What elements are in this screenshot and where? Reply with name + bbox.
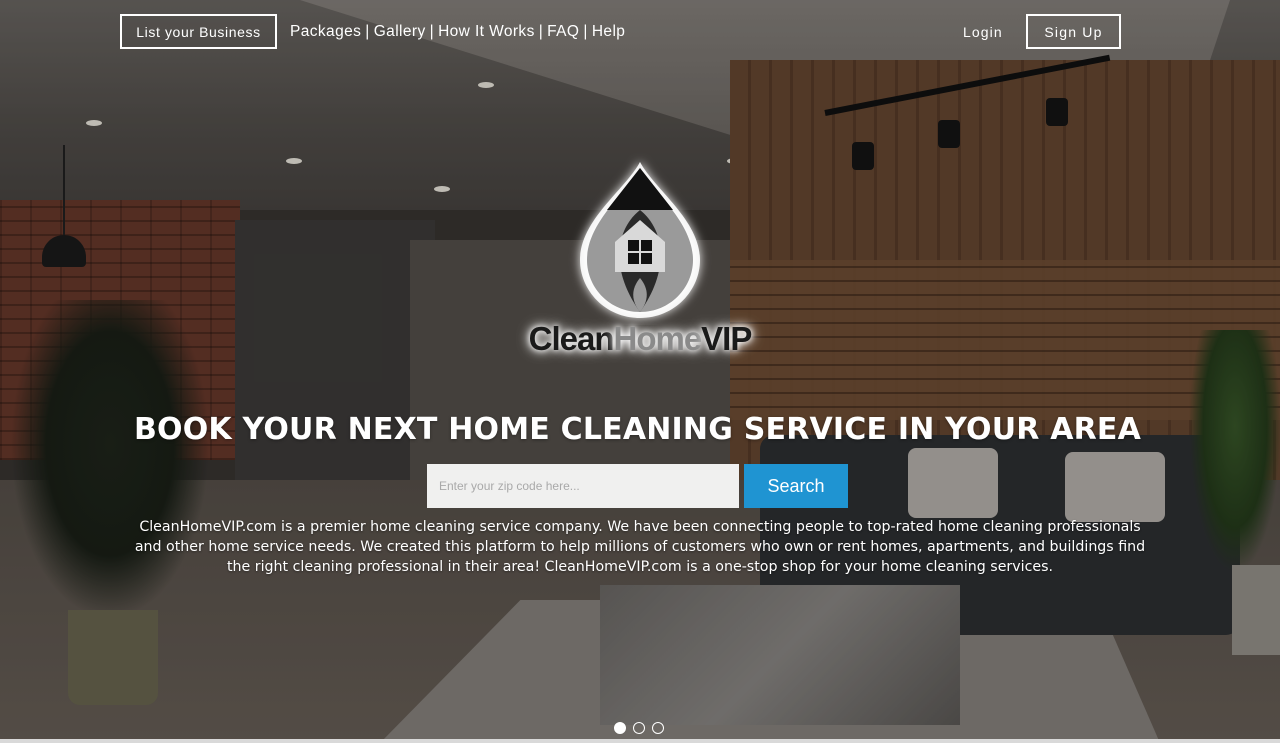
nav-separator: | — [538, 23, 544, 40]
nav-help-link[interactable]: Help — [592, 23, 625, 41]
house-drop-icon — [580, 162, 700, 318]
list-your-business-button[interactable]: List your Business — [120, 14, 277, 49]
logo-word-vip: VIP — [701, 320, 752, 357]
carousel-dot-1[interactable] — [614, 722, 626, 734]
site-logo[interactable]: CleanHomeVIP — [505, 150, 775, 375]
hero-description: CleanHomeVIP.com is a premier home clean… — [134, 519, 1146, 575]
sign-up-button[interactable]: Sign Up — [1026, 14, 1121, 49]
hero-headline: BOOK YOUR NEXT HOME CLEANING SERVICE IN … — [133, 412, 1142, 447]
carousel-dot-3[interactable] — [652, 722, 664, 734]
logo-word-clean: Clean — [528, 320, 615, 357]
main-nav: Packages | Gallery | How It Works | FAQ … — [290, 22, 625, 42]
login-link[interactable]: Login — [963, 24, 1003, 40]
carousel-indicators — [614, 722, 664, 734]
logo-word-home: Home — [613, 320, 702, 357]
nav-how-it-works-link[interactable]: How It Works — [438, 23, 535, 41]
zip-search-form: Search — [427, 464, 848, 508]
nav-separator: | — [429, 23, 435, 40]
nav-separator: | — [583, 23, 588, 40]
page-bottom-edge — [0, 739, 1280, 743]
nav-separator: | — [365, 23, 370, 40]
site-header: List your Business Packages | Gallery | … — [0, 0, 1280, 62]
zip-code-input[interactable] — [427, 464, 739, 508]
nav-faq-link[interactable]: FAQ — [547, 23, 579, 41]
logo-wordmark: CleanHomeVIP — [505, 320, 775, 358]
search-button[interactable]: Search — [744, 464, 848, 508]
nav-packages-link[interactable]: Packages — [290, 23, 361, 41]
carousel-dot-2[interactable] — [633, 722, 645, 734]
nav-gallery-link[interactable]: Gallery — [374, 23, 426, 41]
